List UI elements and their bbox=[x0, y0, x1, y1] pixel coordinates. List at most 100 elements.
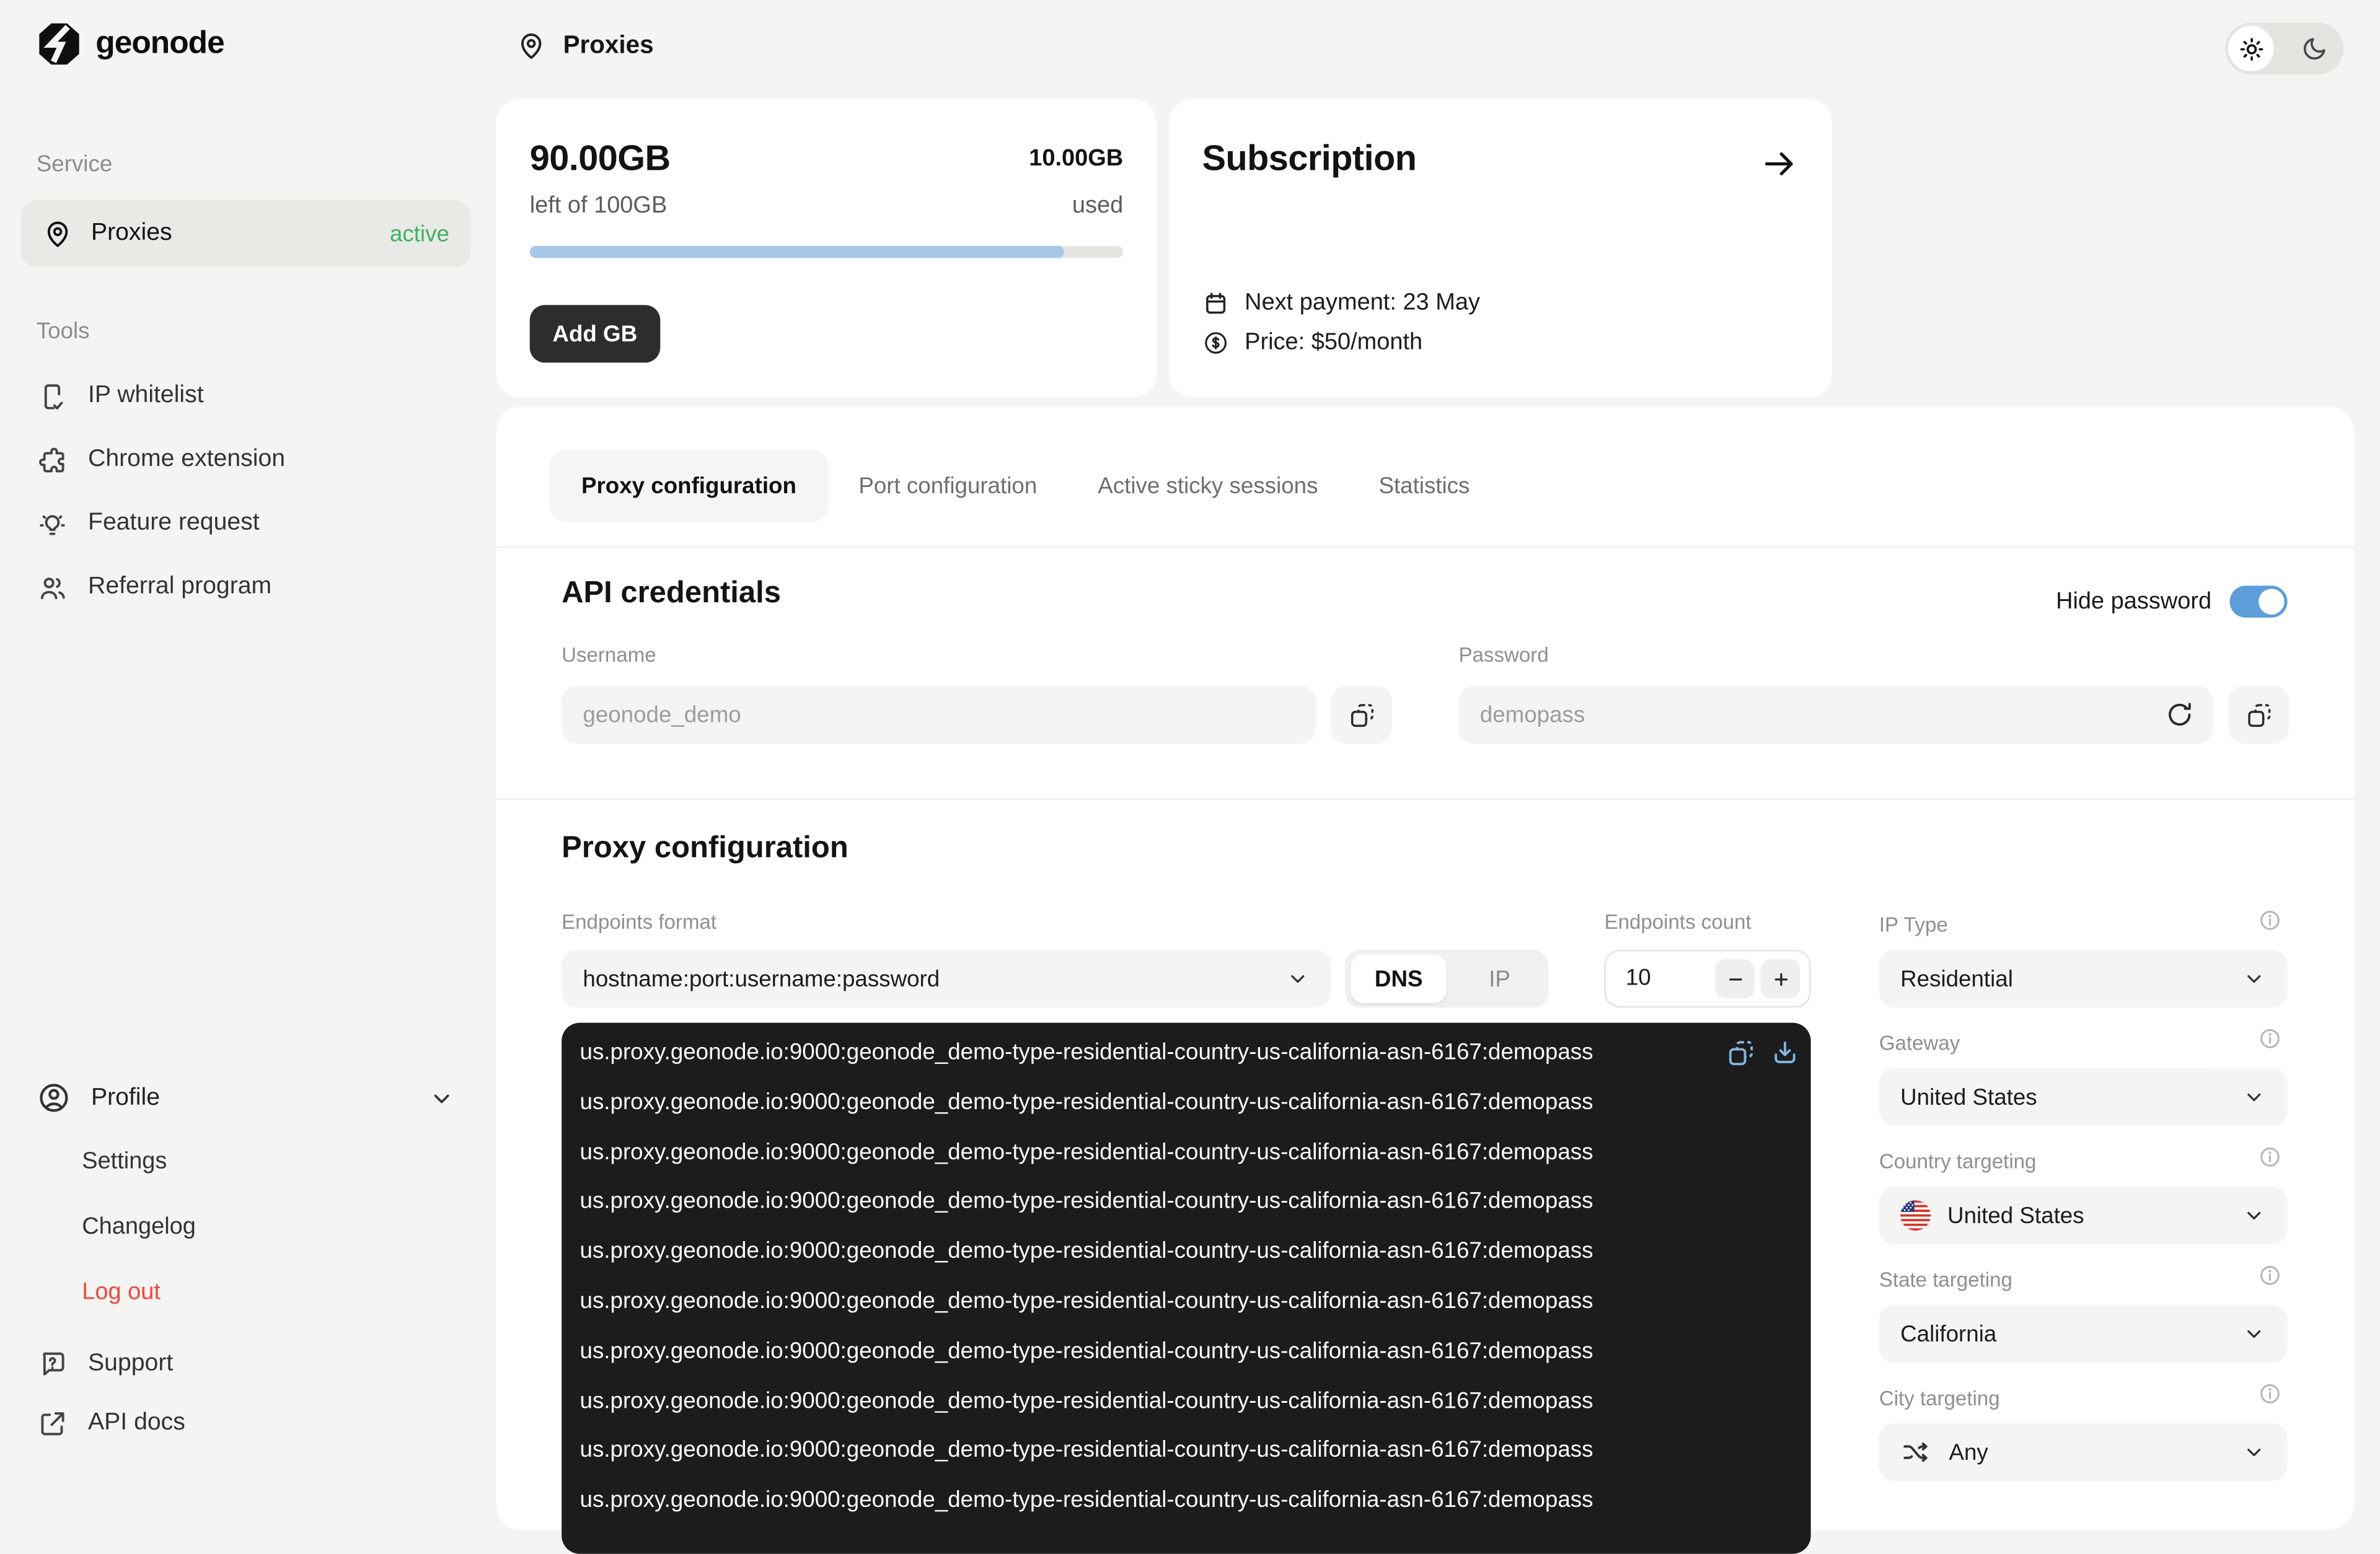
app-root: geonode Service Proxies active Tools IP … bbox=[0, 0, 2380, 1487]
state-targeting-select[interactable]: California bbox=[1879, 1305, 2288, 1363]
country-targeting-label: Country targeting bbox=[1879, 1150, 2037, 1173]
calendar-icon bbox=[1202, 290, 1230, 317]
arrow-right-icon[interactable] bbox=[1759, 144, 1799, 184]
info-icon[interactable] bbox=[2257, 907, 2283, 933]
add-gb-button[interactable]: Add GB bbox=[530, 305, 660, 362]
sidebar-item-api-docs[interactable]: API docs bbox=[37, 1400, 185, 1446]
username-field[interactable] bbox=[562, 686, 1316, 744]
password-field[interactable] bbox=[1458, 686, 2141, 744]
password-field-wrap bbox=[1458, 686, 2213, 744]
endpoints-count-input[interactable] bbox=[1606, 952, 1693, 1005]
page-title: Proxies bbox=[563, 31, 654, 60]
sidebar-item-settings[interactable]: Settings bbox=[82, 1149, 167, 1176]
endpoint-line: us.proxy.geonode.io:9000:geonode_demo-ty… bbox=[580, 1178, 1811, 1227]
endpoints-format-select[interactable]: hostname:port:username:password bbox=[562, 950, 1331, 1007]
data-used: 10.00GB bbox=[1029, 146, 1123, 173]
gateway-label: Gateway bbox=[1879, 1032, 1960, 1055]
toggle-knob bbox=[2259, 589, 2285, 615]
sidebar-item-support[interactable]: Support bbox=[37, 1341, 174, 1387]
tab-proxy-configuration[interactable]: Proxy configuration bbox=[550, 449, 829, 522]
dark-mode-option[interactable] bbox=[2301, 35, 2329, 62]
sidebar-item-label: Proxies bbox=[91, 220, 172, 247]
sidebar-item-logout[interactable]: Log out bbox=[82, 1279, 161, 1306]
info-icon[interactable] bbox=[2257, 1144, 2283, 1170]
usage-card: 90.00GB 10.00GB left of 100GB used Add G… bbox=[496, 99, 1157, 397]
tab-port-configuration[interactable]: Port configuration bbox=[828, 473, 1067, 499]
api-credentials-title: API credentials bbox=[562, 577, 781, 612]
sidebar-item-ip-whitelist[interactable]: IP whitelist bbox=[37, 373, 204, 418]
sidebar-item-proxies[interactable]: Proxies active bbox=[21, 200, 470, 267]
tab-active-sticky-sessions[interactable]: Active sticky sessions bbox=[1067, 473, 1348, 499]
us-flag-icon bbox=[1900, 1200, 1931, 1231]
subscription-title: Subscription bbox=[1202, 138, 1417, 179]
info-icon[interactable] bbox=[2257, 1026, 2283, 1052]
ip-type-select[interactable]: Residential bbox=[1879, 950, 2288, 1007]
country-targeting-select[interactable]: United States bbox=[1879, 1187, 2288, 1244]
sidebar-item-label: Referral program bbox=[88, 574, 271, 601]
sidebar-item-changelog[interactable]: Changelog bbox=[82, 1214, 196, 1241]
sidebar-item-profile[interactable]: Profile bbox=[37, 1081, 456, 1115]
endpoints-format-label: Endpoints format bbox=[562, 910, 716, 933]
endpoint-line: us.proxy.geonode.io:9000:geonode_demo-ty… bbox=[580, 1477, 1811, 1526]
divider bbox=[496, 547, 2355, 548]
brand-logo[interactable]: geonode bbox=[37, 21, 224, 66]
sidebar-item-referral-program[interactable]: Referral program bbox=[37, 564, 271, 610]
username-label: Username bbox=[562, 643, 656, 666]
chevron-down-icon bbox=[2242, 1322, 2266, 1346]
price-row: Price: $50/month bbox=[1202, 329, 1423, 356]
gateway-value: United States bbox=[1900, 1084, 2037, 1110]
city-targeting-value: Any bbox=[1949, 1439, 1988, 1465]
info-icon[interactable] bbox=[2257, 1381, 2283, 1407]
puzzle-icon bbox=[37, 444, 68, 475]
sidebar-item-label: API docs bbox=[88, 1410, 185, 1437]
hide-password-toggle[interactable] bbox=[2230, 586, 2288, 617]
state-targeting-label: State targeting bbox=[1879, 1268, 2012, 1291]
sidebar-item-label: Chrome extension bbox=[88, 446, 285, 473]
proxy-configuration-title: Proxy configuration bbox=[562, 832, 848, 866]
info-icon[interactable] bbox=[2257, 1263, 2283, 1289]
download-endpoints-icon[interactable] bbox=[1770, 1038, 1800, 1068]
sidebar-item-label: Profile bbox=[91, 1084, 160, 1112]
usage-progress-fill bbox=[530, 246, 1064, 258]
protocol-option-dns[interactable]: DNS bbox=[1351, 954, 1447, 1003]
chat-question-icon bbox=[37, 1348, 68, 1380]
tab-statistics[interactable]: Statistics bbox=[1348, 473, 1500, 499]
endpoints-code-block[interactable]: us.proxy.geonode.io:9000:geonode_demo-ty… bbox=[562, 1023, 1811, 1554]
decrement-button[interactable] bbox=[1715, 959, 1755, 999]
protocol-option-ip[interactable]: IP bbox=[1451, 950, 1548, 1007]
sidebar-item-feature-request[interactable]: Feature request bbox=[37, 501, 260, 546]
location-pin-icon bbox=[516, 30, 547, 61]
ip-type-value: Residential bbox=[1900, 966, 2013, 992]
minus-icon bbox=[1725, 969, 1745, 989]
city-targeting-select[interactable]: Any bbox=[1879, 1423, 2288, 1481]
chevron-down-icon bbox=[2242, 967, 2266, 991]
sidebar-item-chrome-extension[interactable]: Chrome extension bbox=[37, 437, 285, 482]
usage-progress-bar bbox=[530, 246, 1124, 258]
dollar-circle-icon bbox=[1202, 329, 1230, 356]
data-remaining-caption: left of 100GB bbox=[530, 193, 668, 220]
file-check-icon bbox=[37, 380, 68, 411]
password-label: Password bbox=[1458, 643, 1548, 666]
copy-username-button[interactable] bbox=[1331, 686, 1392, 744]
main-panel: Proxy configuration Port configuration A… bbox=[496, 406, 2355, 1529]
endpoint-line: us.proxy.geonode.io:9000:geonode_demo-ty… bbox=[580, 1228, 1811, 1278]
light-mode-option[interactable] bbox=[2228, 26, 2273, 71]
copy-endpoints-icon[interactable] bbox=[1726, 1038, 1756, 1068]
status-badge: active bbox=[390, 221, 449, 247]
theme-toggle[interactable] bbox=[2225, 23, 2343, 74]
endpoint-line: us.proxy.geonode.io:9000:geonode_demo-ty… bbox=[580, 1327, 1811, 1377]
moon-icon bbox=[2301, 35, 2329, 62]
copy-icon bbox=[2244, 700, 2273, 729]
gateway-select[interactable]: United States bbox=[1879, 1068, 2288, 1126]
hide-password-label: Hide password bbox=[2056, 588, 2211, 615]
copy-icon bbox=[1347, 700, 1376, 729]
divider bbox=[496, 798, 2355, 799]
data-remaining: 90.00GB bbox=[530, 138, 671, 179]
increment-button[interactable] bbox=[1761, 959, 1800, 999]
next-payment-row: Next payment: 23 May bbox=[1202, 290, 1480, 317]
sidebar-section-service: Service bbox=[37, 152, 113, 178]
copy-password-button[interactable] bbox=[2228, 686, 2289, 744]
regenerate-password-icon[interactable] bbox=[2164, 700, 2195, 730]
chevron-down-icon bbox=[2242, 1440, 2266, 1464]
hide-password-control: Hide password bbox=[2056, 586, 2288, 617]
